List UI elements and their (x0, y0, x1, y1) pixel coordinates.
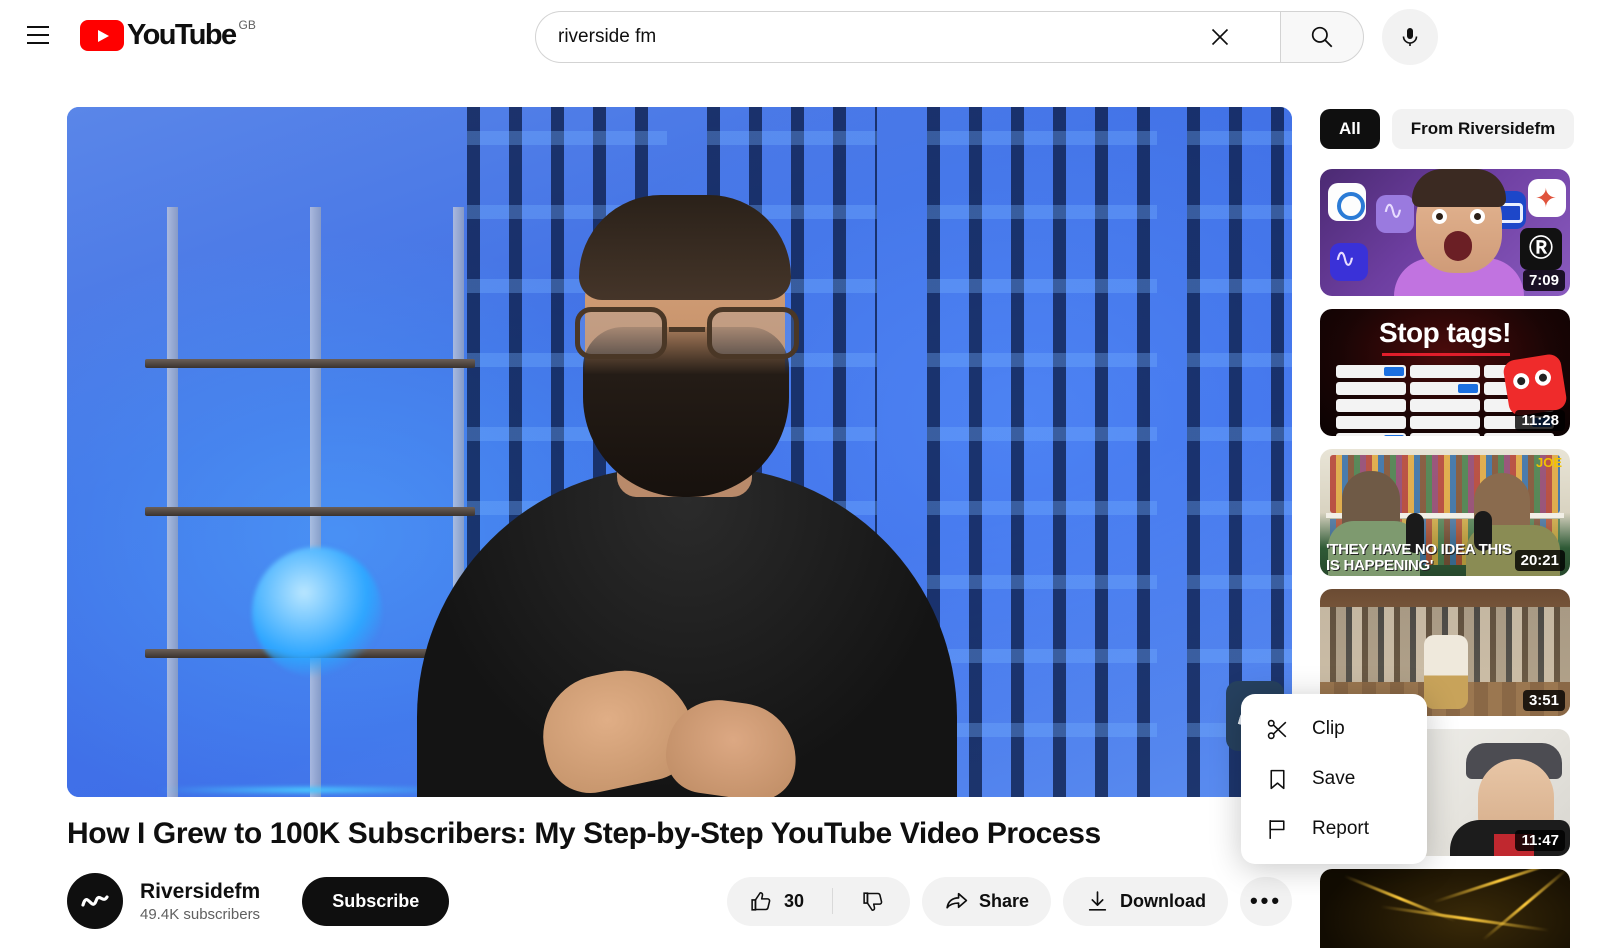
search-input[interactable] (558, 26, 1198, 48)
thumbnail-overlay-text: Stop tags! (1379, 317, 1511, 348)
suggestion-thumbnail-1[interactable]: ∿ ∿ Ⓡ 7:09 (1320, 169, 1570, 296)
video-context-menu: Clip Save Report (1241, 694, 1427, 864)
video-action-buttons: 30 Share Download ••• (726, 876, 1292, 926)
download-button[interactable]: Download (1063, 876, 1228, 926)
thumbnail-overlay-text: 'THEY HAVE NO IDEA THIS IS HAPPENING' (1326, 541, 1512, 574)
logo-country-code: GB (238, 18, 256, 32)
video-duration: 11:28 (1515, 410, 1565, 431)
video-player[interactable] (67, 107, 1292, 797)
avatar[interactable] (67, 873, 123, 929)
share-button[interactable]: Share (921, 876, 1051, 926)
search-icon[interactable] (1280, 11, 1364, 63)
microphone-icon[interactable] (1382, 9, 1438, 65)
shelf-post (167, 207, 178, 797)
channel-block: Riversidefm 49.4K subscribers (140, 880, 260, 923)
video-duration: 20:21 (1514, 550, 1565, 571)
thumbs-down-icon (863, 891, 883, 911)
search-box[interactable] (535, 11, 1280, 63)
video-duration: 3:51 (1522, 690, 1565, 711)
subscriber-count: 49.4K subscribers (140, 905, 261, 923)
suggestion-thumbnail-6[interactable] (1320, 869, 1570, 948)
mascot-icon (1501, 352, 1569, 418)
channel-watermark: Ⓡ (1520, 228, 1562, 270)
glow-lamp (252, 547, 382, 677)
wave-glyph: ∿ (1382, 195, 1404, 225)
app-icon (1328, 183, 1366, 221)
filter-chip-all[interactable]: All (1320, 109, 1380, 149)
context-menu-label: Report (1312, 818, 1370, 839)
video-duration: 11:47 (1515, 830, 1565, 851)
action-divider (831, 888, 833, 914)
context-menu-item-clip[interactable]: Clip (1241, 704, 1427, 754)
context-menu-item-save[interactable]: Save (1241, 754, 1427, 804)
video-duration: 7:09 (1522, 270, 1565, 291)
more-actions-button[interactable]: ••• (1240, 876, 1292, 926)
scissors-icon (1267, 719, 1287, 739)
filter-chip-from-channel[interactable]: From Riversidefm (1391, 109, 1575, 149)
youtube-logo[interactable]: YouTube GB (80, 18, 256, 52)
subject-hair (579, 195, 791, 300)
like-count: 30 (783, 890, 804, 911)
flag-icon (1269, 819, 1285, 839)
suggestion-thumbnail-3[interactable]: JOE 'THEY HAVE NO IDEA THIS IS HAPPENING… (1320, 449, 1570, 576)
person-mouth (1444, 231, 1472, 261)
spark-streak (1380, 905, 1550, 932)
context-menu-label: Clip (1312, 718, 1345, 739)
person-hair (1412, 169, 1506, 207)
subscribe-button[interactable]: Subscribe (302, 876, 450, 926)
lead-dancer (1424, 635, 1468, 709)
dislike-button[interactable] (843, 877, 910, 926)
page-title: How I Grew to 100K Subscribers: My Step-… (67, 817, 1101, 850)
underline-accent (1382, 353, 1510, 356)
context-menu-label: Save (1312, 768, 1356, 789)
joe-watermark: JOE (1535, 455, 1562, 470)
share-label: Share (978, 890, 1029, 911)
shelf-post (310, 207, 321, 797)
close-icon[interactable] (1198, 15, 1242, 59)
video-subject (367, 177, 1007, 797)
video-meta-row: Riversidefm 49.4K subscribers Subscribe … (67, 873, 1292, 929)
download-icon (1088, 890, 1107, 911)
top-header: YouTube GB (0, 0, 1600, 70)
youtube-logo-text: YouTube (127, 19, 237, 51)
like-button[interactable]: 30 (727, 877, 822, 926)
app-icon (1528, 179, 1566, 217)
search-zone (535, 9, 1438, 65)
more-horizontal-icon: ••• (1249, 888, 1283, 913)
person-eye (1470, 209, 1485, 224)
channel-name[interactable]: Riversidefm (140, 880, 260, 904)
wave-glyph: ∿ (1334, 243, 1356, 273)
main-content-column: How I Grew to 100K Subscribers: My Step-… (67, 107, 1292, 929)
suggestion-thumbnail-2[interactable]: Stop tags! 11:28 (1320, 309, 1570, 436)
share-arrow-icon (946, 892, 968, 909)
thumbs-up-icon (751, 891, 771, 911)
subject-glasses (573, 307, 801, 359)
like-dislike-group: 30 (726, 876, 910, 926)
download-label: Download (1120, 890, 1206, 911)
filter-chip-bar: All From Riversidefm (1320, 107, 1600, 151)
context-menu-item-report[interactable]: Report (1241, 804, 1427, 854)
bookmark-icon (1270, 769, 1285, 789)
person-eye (1432, 209, 1447, 224)
hamburger-menu-icon[interactable] (18, 15, 58, 55)
youtube-play-icon (80, 20, 124, 51)
